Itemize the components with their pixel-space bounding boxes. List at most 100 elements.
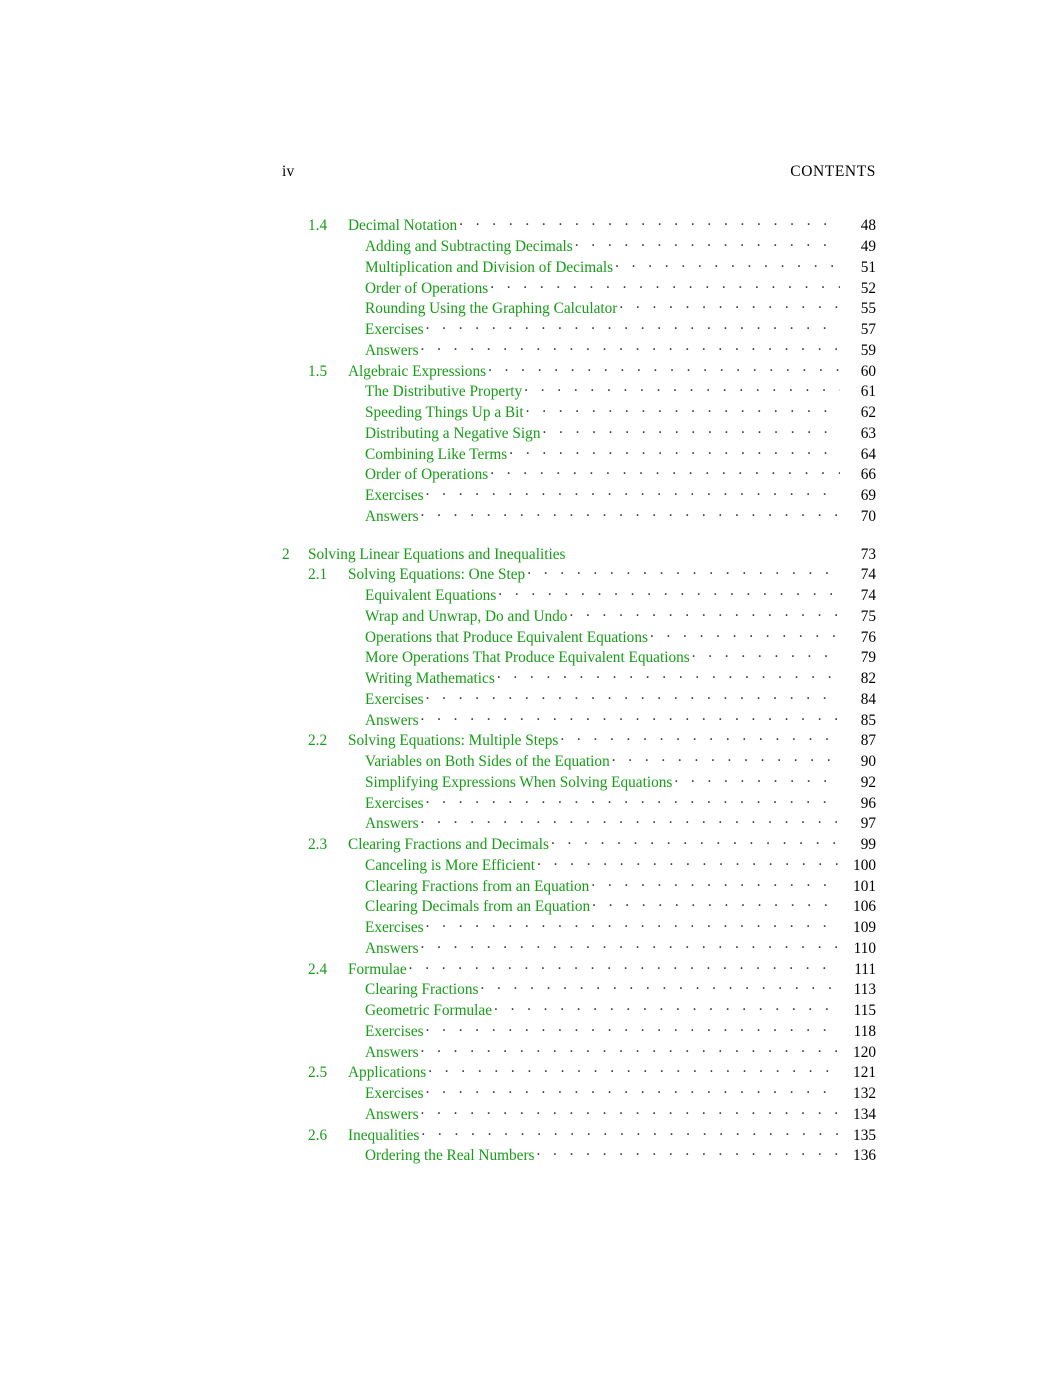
toc-entry-title: Solving Linear Equations and Inequalitie…: [308, 545, 566, 563]
toc-subsection-row[interactable]: More Operations That Produce Equivalent …: [282, 647, 876, 668]
toc-entry-title: Operations that Produce Equivalent Equat…: [365, 628, 648, 646]
toc-subsection-row[interactable]: Speeding Things Up a Bit 62: [282, 402, 876, 423]
toc-entry-title: Exercises: [365, 690, 424, 708]
toc-subsection-row[interactable]: Exercises 118: [282, 1021, 876, 1042]
toc-entry-title: Clearing Fractions from an Equation: [365, 877, 590, 895]
toc-entry-title: Adding and Subtracting Decimals: [365, 238, 573, 256]
toc-entry-page-number: 113: [853, 981, 876, 999]
toc-entry-page-number: 87: [860, 732, 876, 750]
toc-dot-leader: [421, 340, 840, 355]
toc-subsection-row[interactable]: The Distributive Property 61: [282, 381, 876, 402]
toc-entry-title: Canceling is More Efficient: [365, 856, 536, 874]
toc-subsection-row[interactable]: Simplifying Expressions When Solving Equ…: [282, 772, 876, 793]
toc-section-row[interactable]: 2.6 Inequalities 135: [282, 1124, 876, 1145]
toc-dot-leader: [494, 1000, 840, 1015]
toc-dot-leader: [421, 1124, 840, 1139]
toc-subsection-row[interactable]: Operations that Produce Equivalent Equat…: [282, 626, 876, 647]
toc-subsection-row[interactable]: Answers 70: [282, 506, 876, 527]
toc-entry-title: Exercises: [365, 1085, 424, 1103]
toc-subsection-row[interactable]: Canceling is More Efficient 100: [282, 855, 876, 876]
toc-subsection-row[interactable]: Answers 120: [282, 1041, 876, 1062]
toc-subsection-row[interactable]: Exercises 132: [282, 1083, 876, 1104]
toc-entry-number: 1.4: [308, 217, 328, 235]
toc-section-row[interactable]: 2.1 Solving Equations: One Step 74: [282, 564, 876, 585]
toc-entry-page-number: 82: [860, 670, 876, 688]
toc-entry-page-number: 76: [860, 628, 876, 646]
toc-entry-title: Inequalities: [348, 1126, 420, 1144]
toc-entry-page-number: 106: [853, 898, 876, 916]
toc-subsection-row[interactable]: Answers 59: [282, 340, 876, 361]
toc-section-row[interactable]: 1.4 Decimal Notation 48: [282, 215, 876, 236]
toc-dot-leader: [526, 402, 840, 417]
toc-entry-page-number: 110: [853, 939, 876, 957]
toc-subsection-row[interactable]: Exercises 57: [282, 319, 876, 340]
toc-entry-title: Decimal Notation: [348, 217, 458, 235]
toc-subsection-row[interactable]: Answers 85: [282, 709, 876, 730]
toc-entry-page-number: 73: [860, 545, 876, 563]
toc-subsection-row[interactable]: Writing Mathematics 82: [282, 668, 876, 689]
toc-dot-leader: [426, 319, 840, 334]
toc-entry-page-number: 74: [860, 566, 876, 584]
toc-entry-page-number: 69: [860, 487, 876, 505]
toc-entry-title: Order of Operations: [365, 279, 489, 297]
toc-dot-leader: [615, 257, 840, 272]
toc-entry-title: Ordering the Real Numbers: [365, 1147, 535, 1165]
toc-subsection-row[interactable]: Exercises 109: [282, 917, 876, 938]
toc-subsection-row[interactable]: Distributing a Negative Sign 63: [282, 423, 876, 444]
toc-subsection-row[interactable]: Clearing Fractions from an Equation 101: [282, 875, 876, 896]
toc-subsection-row[interactable]: Clearing Fractions 113: [282, 979, 876, 1000]
toc-subsection-row[interactable]: Order of Operations 52: [282, 277, 876, 298]
toc-entry-title: Order of Operations: [365, 466, 489, 484]
running-head-title: CONTENTS: [790, 163, 876, 180]
toc-subsection-row[interactable]: Adding and Subtracting Decimals 49: [282, 236, 876, 257]
toc-entry-page-number: 57: [860, 321, 876, 339]
toc-subsection-row[interactable]: Ordering the Real Numbers 136: [282, 1145, 876, 1166]
toc-subsection-row[interactable]: Equivalent Equations 74: [282, 585, 876, 606]
toc-entry-title: Solving Equations: One Step: [348, 566, 526, 584]
toc-dot-leader: [575, 236, 840, 251]
toc-section-row[interactable]: 1.5 Algebraic Expressions 60: [282, 360, 876, 381]
toc-section-row[interactable]: 2.4 Formulae 111: [282, 958, 876, 979]
toc-subsection-row[interactable]: Variables on Both Sides of the Equation 9…: [282, 751, 876, 772]
page-canvas: iv CONTENTS 1.4Decimal Notation48Adding …: [0, 0, 1062, 1376]
toc-subsection-row[interactable]: Order of Operations 66: [282, 464, 876, 485]
toc-section-row[interactable]: 2.5 Applications 121: [282, 1062, 876, 1083]
toc-dot-leader: [490, 464, 840, 479]
toc-chapter-row[interactable]: 2 Solving Linear Equations and Inequaliti…: [282, 543, 876, 564]
toc-entry-title: Applications: [348, 1064, 427, 1082]
toc-subsection-row[interactable]: Wrap and Unwrap, Do and Undo 75: [282, 606, 876, 627]
toc-entry-title: Rounding Using the Graphing Calculator: [365, 300, 618, 318]
toc-subsection-row[interactable]: Exercises 96: [282, 792, 876, 813]
toc-subsection-row[interactable]: Multiplication and Division of Decimals 5…: [282, 257, 876, 278]
toc-entry-page-number: 49: [860, 238, 876, 256]
toc-dot-leader: [612, 751, 840, 766]
toc-entry-page-number: 101: [853, 877, 876, 895]
toc-subsection-row[interactable]: Combining Like Terms 64: [282, 443, 876, 464]
toc-subsection-row[interactable]: Rounding Using the Graphing Calculator 55: [282, 298, 876, 319]
toc-subsection-row[interactable]: Exercises 69: [282, 485, 876, 506]
toc-entry-page-number: 85: [860, 711, 876, 729]
toc-subsection-row[interactable]: Answers 110: [282, 938, 876, 959]
toc-subsection-row[interactable]: Exercises 84: [282, 689, 876, 710]
toc-entry-page-number: 97: [860, 815, 876, 833]
toc-entry-page-number: 111: [854, 960, 876, 978]
toc-subsection-row[interactable]: Answers 134: [282, 1104, 876, 1125]
toc-subsection-row[interactable]: Clearing Decimals from an Equation 106: [282, 896, 876, 917]
toc-subsection-row[interactable]: Geometric Formulae 115: [282, 1000, 876, 1021]
toc-entry-title: Algebraic Expressions: [348, 362, 487, 380]
toc-dot-leader: [591, 875, 840, 890]
toc-entry-title: Speeding Things Up a Bit: [365, 404, 524, 422]
toc-section-row[interactable]: 2.3 Clearing Fractions and Decimals 99: [282, 834, 876, 855]
toc-dot-leader: [421, 938, 840, 953]
toc-section-row[interactable]: 2.2 Solving Equations: Multiple Steps 87: [282, 730, 876, 751]
toc-subsection-row[interactable]: Answers 97: [282, 813, 876, 834]
toc-entry-page-number: 70: [860, 507, 876, 525]
toc-entry-page-number: 63: [860, 424, 876, 442]
toc-dot-leader: [567, 543, 840, 558]
page-folio: iv: [282, 163, 295, 180]
toc-dot-leader: [490, 277, 840, 292]
toc-entry-page-number: 92: [860, 773, 876, 791]
toc-entry-title: Wrap and Unwrap, Do and Undo: [365, 607, 568, 625]
toc-dot-leader: [537, 855, 840, 870]
toc-entry-title: Clearing Decimals from an Equation: [365, 898, 591, 916]
